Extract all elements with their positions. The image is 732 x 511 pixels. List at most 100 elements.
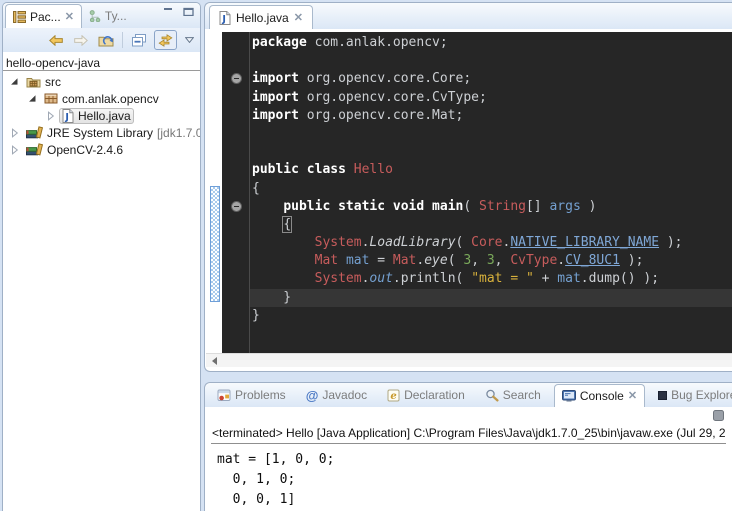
tree-item-label: Hello.java: [78, 109, 131, 123]
code-token: Hello: [354, 162, 393, 177]
view-tab-problems[interactable]: Problems: [210, 384, 293, 406]
code-token: System: [315, 271, 362, 286]
code-token: ,: [471, 253, 487, 268]
editor-tab-hello-java[interactable]: J Hello.java ✕: [209, 5, 313, 29]
maximize-icon[interactable]: [183, 7, 194, 16]
view-tab-label: Problems: [235, 388, 286, 402]
code-token: [252, 253, 315, 268]
keyword-token: import: [252, 71, 299, 86]
twisty-expanded-icon[interactable]: [9, 77, 20, 86]
terminate-icon[interactable]: [713, 410, 724, 421]
code-token: [252, 199, 283, 214]
view-tab-search[interactable]: Search: [478, 384, 548, 406]
code-token: LoadLibrary: [369, 235, 455, 250]
code-token: {: [283, 217, 291, 232]
code-token: =: [369, 253, 392, 268]
twisty-collapsed-icon[interactable]: [9, 128, 20, 138]
svg-text:J: J: [221, 14, 226, 25]
view-tab-bug-explorer[interactable]: Bug Explorer: [651, 384, 732, 406]
editor-tabbar: J Hello.java ✕: [205, 3, 732, 29]
back-arrow-button[interactable]: [47, 30, 65, 50]
go-into-icon: [98, 34, 114, 47]
code-token: eye: [424, 253, 447, 268]
annotation-ruler[interactable]: [206, 32, 222, 353]
code-line-12: System.LoadLibrary( Core.NATIVE_LIBRARY_…: [252, 234, 732, 252]
code-line-6: [252, 125, 732, 143]
twisty-collapsed-icon[interactable]: [45, 111, 56, 121]
close-icon[interactable]: ✕: [294, 13, 303, 23]
twisty-collapsed-icon[interactable]: [9, 145, 20, 155]
type-hierarchy-icon: [89, 10, 101, 22]
code-token: Mat: [315, 253, 338, 268]
close-icon[interactable]: ✕: [65, 12, 74, 22]
code-token: NATIVE_LIBRARY_NAME: [510, 235, 659, 250]
tree-item-src[interactable]: src: [3, 73, 200, 90]
fold-collapse-icon[interactable]: [231, 201, 242, 212]
close-icon[interactable]: ✕: [628, 391, 637, 401]
code-token: ,: [495, 253, 511, 268]
view-tab-console[interactable]: Console✕: [554, 384, 645, 408]
forward-arrow-button[interactable]: [72, 30, 90, 50]
tree-item-jre-system-library[interactable]: JRE System Library [jdk1.7.0: [3, 124, 200, 141]
tree-item-com-anlak-opencv[interactable]: com.anlak.opencv: [3, 90, 200, 107]
bug-icon: [658, 391, 667, 400]
view-tab-javadoc[interactable]: @Javadoc: [299, 384, 374, 406]
scroll-left-arrow-icon[interactable]: [212, 357, 217, 365]
fold-collapse-icon[interactable]: [231, 73, 242, 84]
code-token: args: [549, 199, 580, 214]
tree-item-opencv-2-4-6[interactable]: OpenCV-2.4.6: [3, 141, 200, 158]
tree-item-labelwrap: com.anlak.opencv: [41, 91, 162, 107]
code-token: }: [252, 290, 291, 305]
back-arrow-icon: [48, 35, 64, 46]
view-tab-ty[interactable]: Ty...: [82, 5, 134, 27]
code-token: [330, 199, 338, 214]
view-tab-label: Javadoc: [322, 388, 367, 402]
code-token: out: [369, 271, 392, 286]
code-token: "mat = ": [471, 271, 534, 286]
project-root-label: hello-opencv-java: [6, 56, 100, 70]
horizontal-scrollbar[interactable]: [206, 353, 732, 367]
collapse-all-icon: [131, 34, 146, 47]
package-explorer-icon: [13, 11, 26, 23]
tree-item-label: OpenCV-2.4.6: [47, 143, 123, 157]
minimize-icon[interactable]: [163, 7, 173, 16]
code-token: CvType: [510, 253, 557, 268]
view-tab-declaration[interactable]: eDeclaration: [380, 384, 472, 406]
code-line-4: import org.opencv.core.CvType;: [252, 89, 732, 107]
tree-item-hello-java[interactable]: J Hello.java: [3, 107, 200, 124]
code-line-8: public class Hello: [252, 161, 732, 179]
code-token: String: [479, 199, 526, 214]
code-area[interactable]: package com.anlak.opencv;import org.open…: [250, 32, 732, 353]
console-output[interactable]: mat = [1, 0, 0; 0, 1, 0; 0, 0, 1]: [205, 444, 732, 510]
view-menu-button[interactable]: [184, 30, 195, 50]
svg-text:J: J: [64, 112, 69, 123]
folding-ruler[interactable]: [222, 32, 250, 353]
code-token: 3: [487, 253, 495, 268]
tree-item-label: JRE System Library: [47, 126, 153, 140]
project-tree: hello-opencv-java src com.anlak.opencv J Hel…: [3, 52, 200, 158]
keyword-token: static: [338, 199, 385, 214]
package-explorer-view: Pac...✕Ty... hello-opencv-java src com.anl…: [2, 2, 201, 511]
keyword-token: class: [307, 162, 346, 177]
console-toolbar: [205, 407, 732, 425]
tree-item-hello-opencv-java[interactable]: hello-opencv-java: [3, 55, 200, 71]
link-with-editor-button[interactable]: [154, 30, 177, 50]
library-icon: [26, 126, 43, 139]
collapse-all-button[interactable]: [130, 30, 147, 50]
keyword-token: public: [283, 199, 330, 214]
declaration-icon: e: [387, 389, 400, 402]
view-menu-icon: [185, 37, 194, 43]
tree-item-label: com.anlak.opencv: [62, 92, 159, 106]
keyword-token: public: [252, 162, 299, 177]
code-token: 3: [463, 253, 471, 268]
go-into-button[interactable]: [97, 30, 115, 50]
code-token: [299, 162, 307, 177]
twisty-expanded-icon[interactable]: [27, 94, 38, 103]
code-token: .: [581, 271, 589, 286]
code-token: mat: [557, 271, 580, 286]
view-tab-pac[interactable]: Pac...✕: [5, 4, 82, 28]
code-token: println: [401, 271, 456, 286]
javadoc-icon: @: [306, 389, 319, 402]
bottom-tabbar: Problems @Javadoc eDeclaration Search Consol…: [205, 383, 732, 407]
code-token: +: [534, 271, 557, 286]
